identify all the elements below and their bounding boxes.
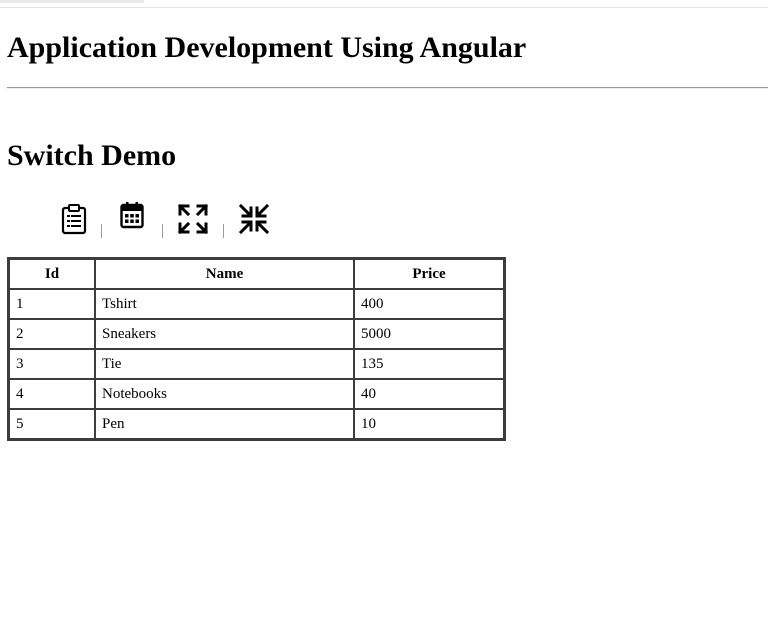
cell-name: Tshirt [95,289,354,319]
page-title: Application Development Using Angular [7,31,527,64]
switch-toolbar [57,200,287,242]
toolbar-separator [162,224,163,238]
column-header-id: Id [9,259,95,289]
compress-icon[interactable] [237,200,271,238]
table-row: 5 Pen 10 [9,409,504,439]
expand-icon[interactable] [176,200,210,238]
tab-strip [0,0,144,3]
section-heading: Switch Demo [7,139,177,172]
cell-name: Tie [95,349,354,379]
table-header-row: Id Name Price [9,259,504,289]
horizontal-rule [7,87,768,89]
column-header-name: Name [95,259,354,289]
cell-price: 40 [354,379,504,409]
column-header-price: Price [354,259,504,289]
products-table: Id Name Price 1 Tshirt 400 2 Sneakers 50… [7,257,506,441]
cell-id: 4 [9,379,95,409]
cell-id: 2 [9,319,95,349]
clipboard-icon[interactable] [57,200,91,238]
toolbar-separator [223,224,224,238]
table-row: 4 Notebooks 40 [9,379,504,409]
browser-top-strip [0,0,768,8]
toolbar-separator [101,224,102,238]
top-divider [0,7,768,8]
cell-id: 1 [9,289,95,319]
cell-id: 5 [9,409,95,439]
cell-name: Notebooks [95,379,354,409]
cell-price: 135 [354,349,504,379]
cell-name: Sneakers [95,319,354,349]
cell-name: Pen [95,409,354,439]
table-row: 1 Tshirt 400 [9,289,504,319]
cell-price: 5000 [354,319,504,349]
cell-price: 400 [354,289,504,319]
table-row: 2 Sneakers 5000 [9,319,504,349]
cell-price: 10 [354,409,504,439]
calendar-icon[interactable] [115,196,149,234]
cell-id: 3 [9,349,95,379]
table-row: 3 Tie 135 [9,349,504,379]
